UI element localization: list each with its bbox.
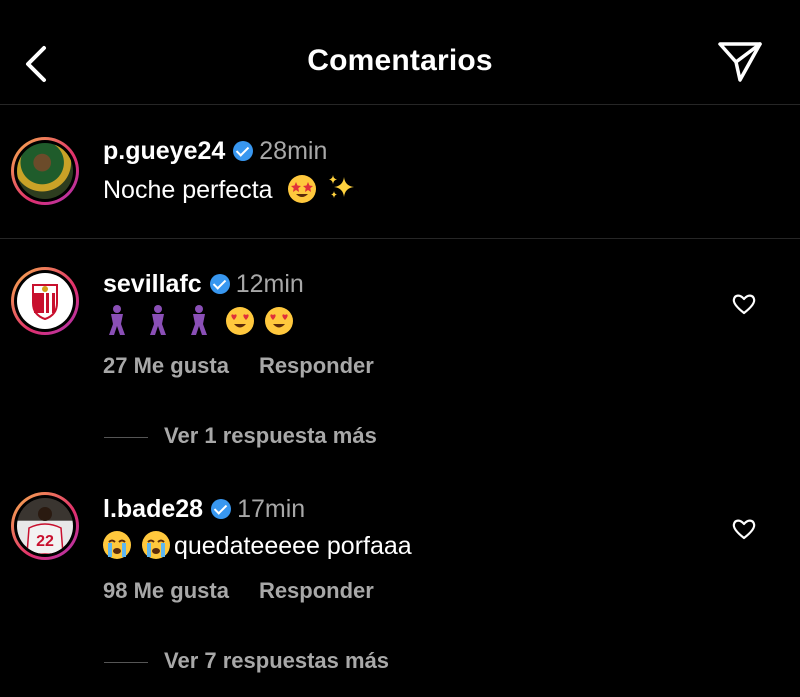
likes-count[interactable]: 98 Me gusta [103,578,229,603]
heart-outline-icon [732,519,756,540]
dancing-figure-emoji-icon [109,305,125,335]
caption-comment: p.gueye24 28min Noche perfecta [0,105,800,239]
comment-header: l.bade28 17min [103,495,305,524]
comment-time: 17min [237,495,306,523]
like-button[interactable] [731,517,757,541]
dancing-figure-emoji-icon [190,305,207,335]
page-title: Comentarios [307,44,493,77]
divider-line [104,436,148,438]
heart-eyes-emoji-icon [225,307,254,335]
share-button[interactable] [716,40,764,84]
comment-text: Noche perfecta [103,176,273,204]
sevilla-crest-icon [32,284,58,321]
like-button[interactable] [731,292,757,316]
comment-text-row: quedateeeee porfaaa [103,531,412,561]
view-replies-label: Ver 7 respuestas más [164,648,390,673]
comment-actions: 27 Me gusta Responder [103,353,404,379]
comment-time: 28min [259,137,328,165]
view-replies-button[interactable]: Ver 1 respuesta más [104,423,377,449]
avatar[interactable] [11,267,79,335]
comment-header: p.gueye24 28min [103,137,327,166]
crying-emoji-icon [103,531,131,559]
avatar[interactable] [11,137,79,205]
comment-time: 12min [235,270,304,298]
reply-button[interactable]: Responder [259,353,374,378]
sparkles-emoji-icon [329,175,355,198]
comment-header: sevillafc 12min [103,270,304,299]
likes-count[interactable]: 27 Me gusta [103,353,229,378]
view-replies-label: Ver 1 respuesta más [164,423,377,448]
divider-line [104,661,148,663]
player-jersey-icon: 22 [26,507,64,554]
verified-badge-icon [209,274,230,294]
verified-badge-icon [233,141,254,161]
comment-text: quedateeeee porfaaa [173,532,412,560]
comment-text-row: Noche perfecta [103,173,356,205]
username[interactable]: sevillafc [103,270,202,298]
verified-badge-icon [211,499,232,519]
username[interactable]: l.bade28 [103,495,203,523]
comment-text-row [103,304,297,337]
svg-text:22: 22 [36,533,54,550]
username[interactable]: p.gueye24 [103,137,225,165]
comment-actions: 98 Me gusta Responder [103,578,404,604]
paper-plane-icon [718,42,762,82]
view-replies-button[interactable]: Ver 7 respuestas más [104,648,389,674]
avatar[interactable]: 22 [11,492,79,560]
dancing-figure-emoji-icon [149,305,166,335]
reply-button[interactable]: Responder [259,578,374,603]
star-struck-emoji-icon [287,175,316,203]
crying-emoji-icon [141,531,170,559]
header: Comentarios [0,0,800,105]
heart-outline-icon [732,294,756,315]
heart-eyes-emoji-icon [264,307,293,335]
